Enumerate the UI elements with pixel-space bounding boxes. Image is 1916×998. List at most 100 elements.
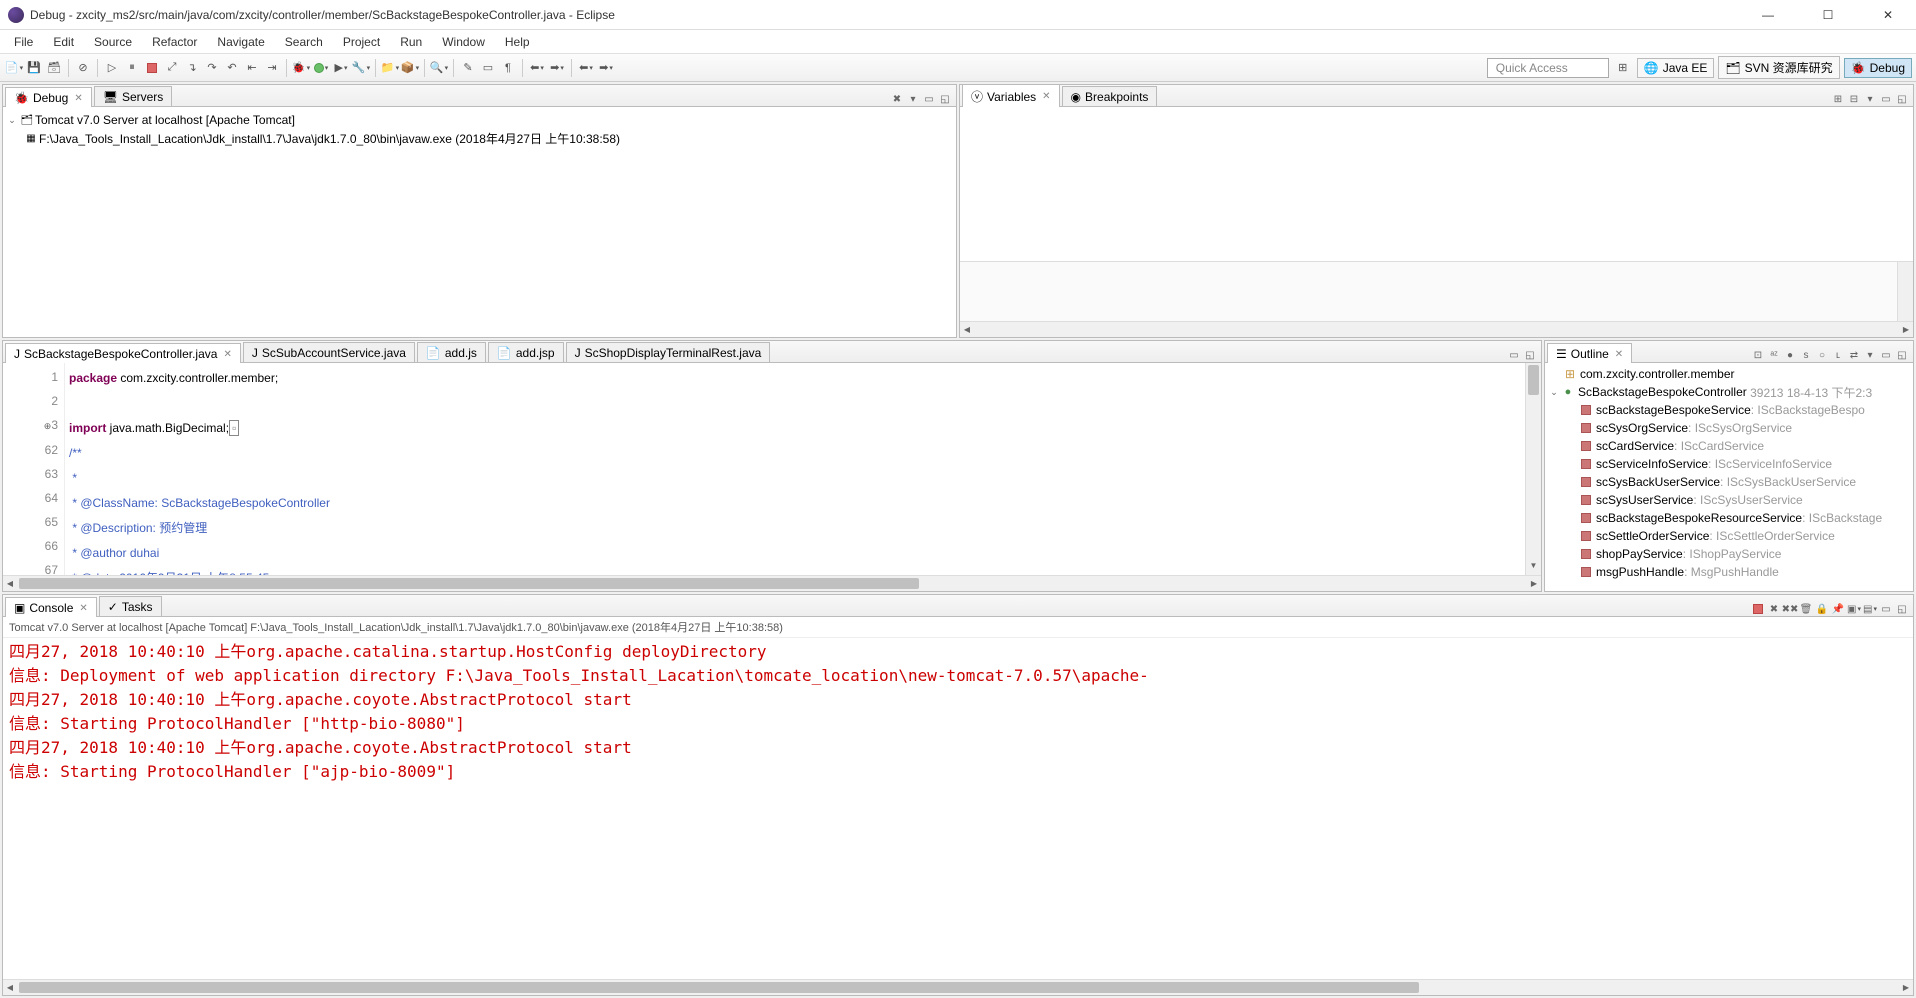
outline-field[interactable]: shopPayService : IShopPayService <box>1547 545 1911 563</box>
maximize-view-icon[interactable]: ◱ <box>938 92 952 106</box>
minimize-view-icon[interactable]: ▭ <box>1879 602 1893 616</box>
scroll-thumb[interactable] <box>1528 365 1539 395</box>
perspective-javaee[interactable]: 🌐Java EE <box>1637 58 1715 78</box>
editor-tab-4[interactable]: JScShopDisplayTerminalRest.java <box>566 342 771 362</box>
editor-hscroll[interactable]: ◀ ▶ <box>3 575 1541 591</box>
console-output[interactable]: 四月27, 2018 10:40:10 上午org.apache.catalin… <box>3 638 1913 979</box>
outline-class[interactable]: ⌄ScBackstageBespokeController 39213 18-4… <box>1547 383 1911 401</box>
outline-field[interactable]: scBackstageBespokeService : IScBackstage… <box>1547 401 1911 419</box>
detail-scrollbar[interactable] <box>1897 262 1913 321</box>
new-icon[interactable]: 📄 <box>6 60 22 76</box>
maximize-view-icon[interactable]: ◱ <box>1895 348 1909 362</box>
prev-annotation-icon[interactable]: ⬅ <box>529 60 545 76</box>
close-icon[interactable]: ✕ <box>223 349 231 360</box>
console-hscroll[interactable]: ◀ ▶ <box>3 979 1913 995</box>
quick-access-input[interactable]: Quick Access <box>1487 58 1609 78</box>
fold-icon[interactable]: ⊕ <box>41 414 51 438</box>
show-whitespace-icon[interactable]: ¶ <box>500 60 516 76</box>
tree-row-process[interactable]: ▦ F:\Java_Tools_Install_Lacation\Jdk_ins… <box>5 129 954 147</box>
scroll-thumb[interactable] <box>19 982 1419 993</box>
drop-frame-icon[interactable]: ⇤ <box>244 60 260 76</box>
search-icon[interactable]: 🔍 <box>431 60 447 76</box>
code-area[interactable]: package com.zxcity.controller.member; im… <box>65 363 1525 575</box>
step-over-icon[interactable]: ↷ <box>204 60 220 76</box>
outline-field[interactable]: scSysBackUserService : IScSysBackUserSer… <box>1547 473 1911 491</box>
expand-toggle-icon[interactable]: ⌄ <box>5 115 19 126</box>
clear-console-icon[interactable]: 🗑 <box>1799 602 1813 616</box>
close-button[interactable]: ✕ <box>1868 3 1908 27</box>
tab-debug[interactable]: 🐞Debug✕ <box>5 87 92 107</box>
show-type-names-icon[interactable]: ⊞ <box>1831 92 1845 106</box>
pin-console-icon[interactable]: 📌 <box>1831 602 1845 616</box>
close-icon[interactable]: ✕ <box>74 93 82 104</box>
skip-breakpoints-icon[interactable]: ⊘ <box>75 60 91 76</box>
view-menu-icon[interactable]: ▾ <box>906 92 920 106</box>
debug-icon[interactable]: 🐞 <box>293 60 309 76</box>
tab-servers[interactable]: 🖥Servers <box>94 86 173 106</box>
hide-static-icon[interactable]: s <box>1799 348 1813 362</box>
scroll-right-icon[interactable]: ▶ <box>1899 983 1913 992</box>
scroll-right-icon[interactable]: ▶ <box>1527 579 1541 588</box>
outline-field[interactable]: scCardService : IScCardService <box>1547 437 1911 455</box>
line-gutter[interactable]: 1 2 ⊕3 62 63 64 65 66 67 <box>3 363 65 575</box>
minimize-view-icon[interactable]: ▭ <box>1879 92 1893 106</box>
close-icon[interactable]: ✕ <box>1042 91 1050 102</box>
tab-breakpoints[interactable]: ◉Breakpoints <box>1062 86 1158 106</box>
step-filters-icon[interactable]: ⇥ <box>264 60 280 76</box>
editor-vscroll[interactable]: ▲ ▼ <box>1525 363 1541 575</box>
minimize-view-icon[interactable]: ▭ <box>1879 348 1893 362</box>
minimize-view-icon[interactable]: ▭ <box>922 92 936 106</box>
new-package-icon[interactable]: 📦 <box>402 60 418 76</box>
close-icon[interactable]: ✕ <box>1615 349 1623 360</box>
forward-icon[interactable]: ➡ <box>598 60 614 76</box>
outline-field[interactable]: scServiceInfoService : IScServiceInfoSer… <box>1547 455 1911 473</box>
menu-refactor[interactable]: Refactor <box>142 32 207 52</box>
debug-tree[interactable]: ⌄ 🗂 Tomcat v7.0 Server at localhost [Apa… <box>3 107 956 337</box>
tab-variables[interactable]: ⓥVariables✕ <box>962 84 1060 107</box>
scroll-left-icon[interactable]: ◀ <box>960 325 974 334</box>
maximize-view-icon[interactable]: ◱ <box>1895 602 1909 616</box>
menu-source[interactable]: Source <box>84 32 142 52</box>
run-icon[interactable] <box>313 60 329 76</box>
editor-tab-2[interactable]: 📄add.js <box>417 342 486 362</box>
next-annotation-icon[interactable]: ➡ <box>549 60 565 76</box>
remove-launch-icon[interactable]: ✖ <box>1767 602 1781 616</box>
step-return-icon[interactable]: ↶ <box>224 60 240 76</box>
menu-project[interactable]: Project <box>333 32 390 52</box>
display-console-icon[interactable]: ▣ <box>1847 602 1861 616</box>
menu-navigate[interactable]: Navigate <box>207 32 274 52</box>
save-all-icon[interactable]: 🗃 <box>46 60 62 76</box>
menu-file[interactable]: File <box>4 32 43 52</box>
outline-tree[interactable]: com.zxcity.controller.member ⌄ScBackstag… <box>1545 363 1913 591</box>
scroll-lock-icon[interactable]: 🔒 <box>1815 602 1829 616</box>
toggle-block-icon[interactable]: ▭ <box>480 60 496 76</box>
scroll-thumb[interactable] <box>19 578 919 589</box>
remove-terminated-icon[interactable]: ✖ <box>890 92 904 106</box>
editor-tab-0[interactable]: JScBackstageBespokeController.java✕ <box>5 343 241 363</box>
outline-field[interactable]: scSysOrgService : IScSysOrgService <box>1547 419 1911 437</box>
open-perspective-icon[interactable]: ⊞ <box>1615 60 1631 76</box>
suspend-icon[interactable]: ⏸ <box>124 60 140 76</box>
resume-icon[interactable]: ▷ <box>104 60 120 76</box>
save-icon[interactable]: 💾 <box>26 60 42 76</box>
scroll-right-icon[interactable]: ▶ <box>1899 325 1913 334</box>
hide-local-icon[interactable]: ʟ <box>1831 348 1845 362</box>
menu-window[interactable]: Window <box>432 32 495 52</box>
step-into-icon[interactable]: ↴ <box>184 60 200 76</box>
outline-package[interactable]: com.zxcity.controller.member <box>1547 365 1911 383</box>
variables-body[interactable]: ◀ ▶ <box>960 107 1913 337</box>
link-editor-icon[interactable]: ⇄ <box>1847 348 1861 362</box>
menu-run[interactable]: Run <box>390 32 432 52</box>
expand-toggle-icon[interactable]: ⌄ <box>1547 387 1561 398</box>
tree-row-launch[interactable]: ⌄ 🗂 Tomcat v7.0 Server at localhost [Apa… <box>5 111 954 129</box>
focus-icon[interactable]: ⊡ <box>1751 348 1765 362</box>
menu-help[interactable]: Help <box>495 32 540 52</box>
view-menu-icon[interactable]: ▾ <box>1863 348 1877 362</box>
disconnect-icon[interactable]: ⤢ <box>164 60 180 76</box>
perspective-svn[interactable]: 🗂SVN 资源库研究 <box>1718 56 1839 79</box>
remove-all-icon[interactable]: ✖✖ <box>1783 602 1797 616</box>
new-server-icon[interactable]: 📁 <box>382 60 398 76</box>
open-console-icon[interactable]: ▤ <box>1863 602 1877 616</box>
minimize-button[interactable]: — <box>1748 3 1788 27</box>
editor-tab-3[interactable]: 📄add.jsp <box>488 342 564 362</box>
